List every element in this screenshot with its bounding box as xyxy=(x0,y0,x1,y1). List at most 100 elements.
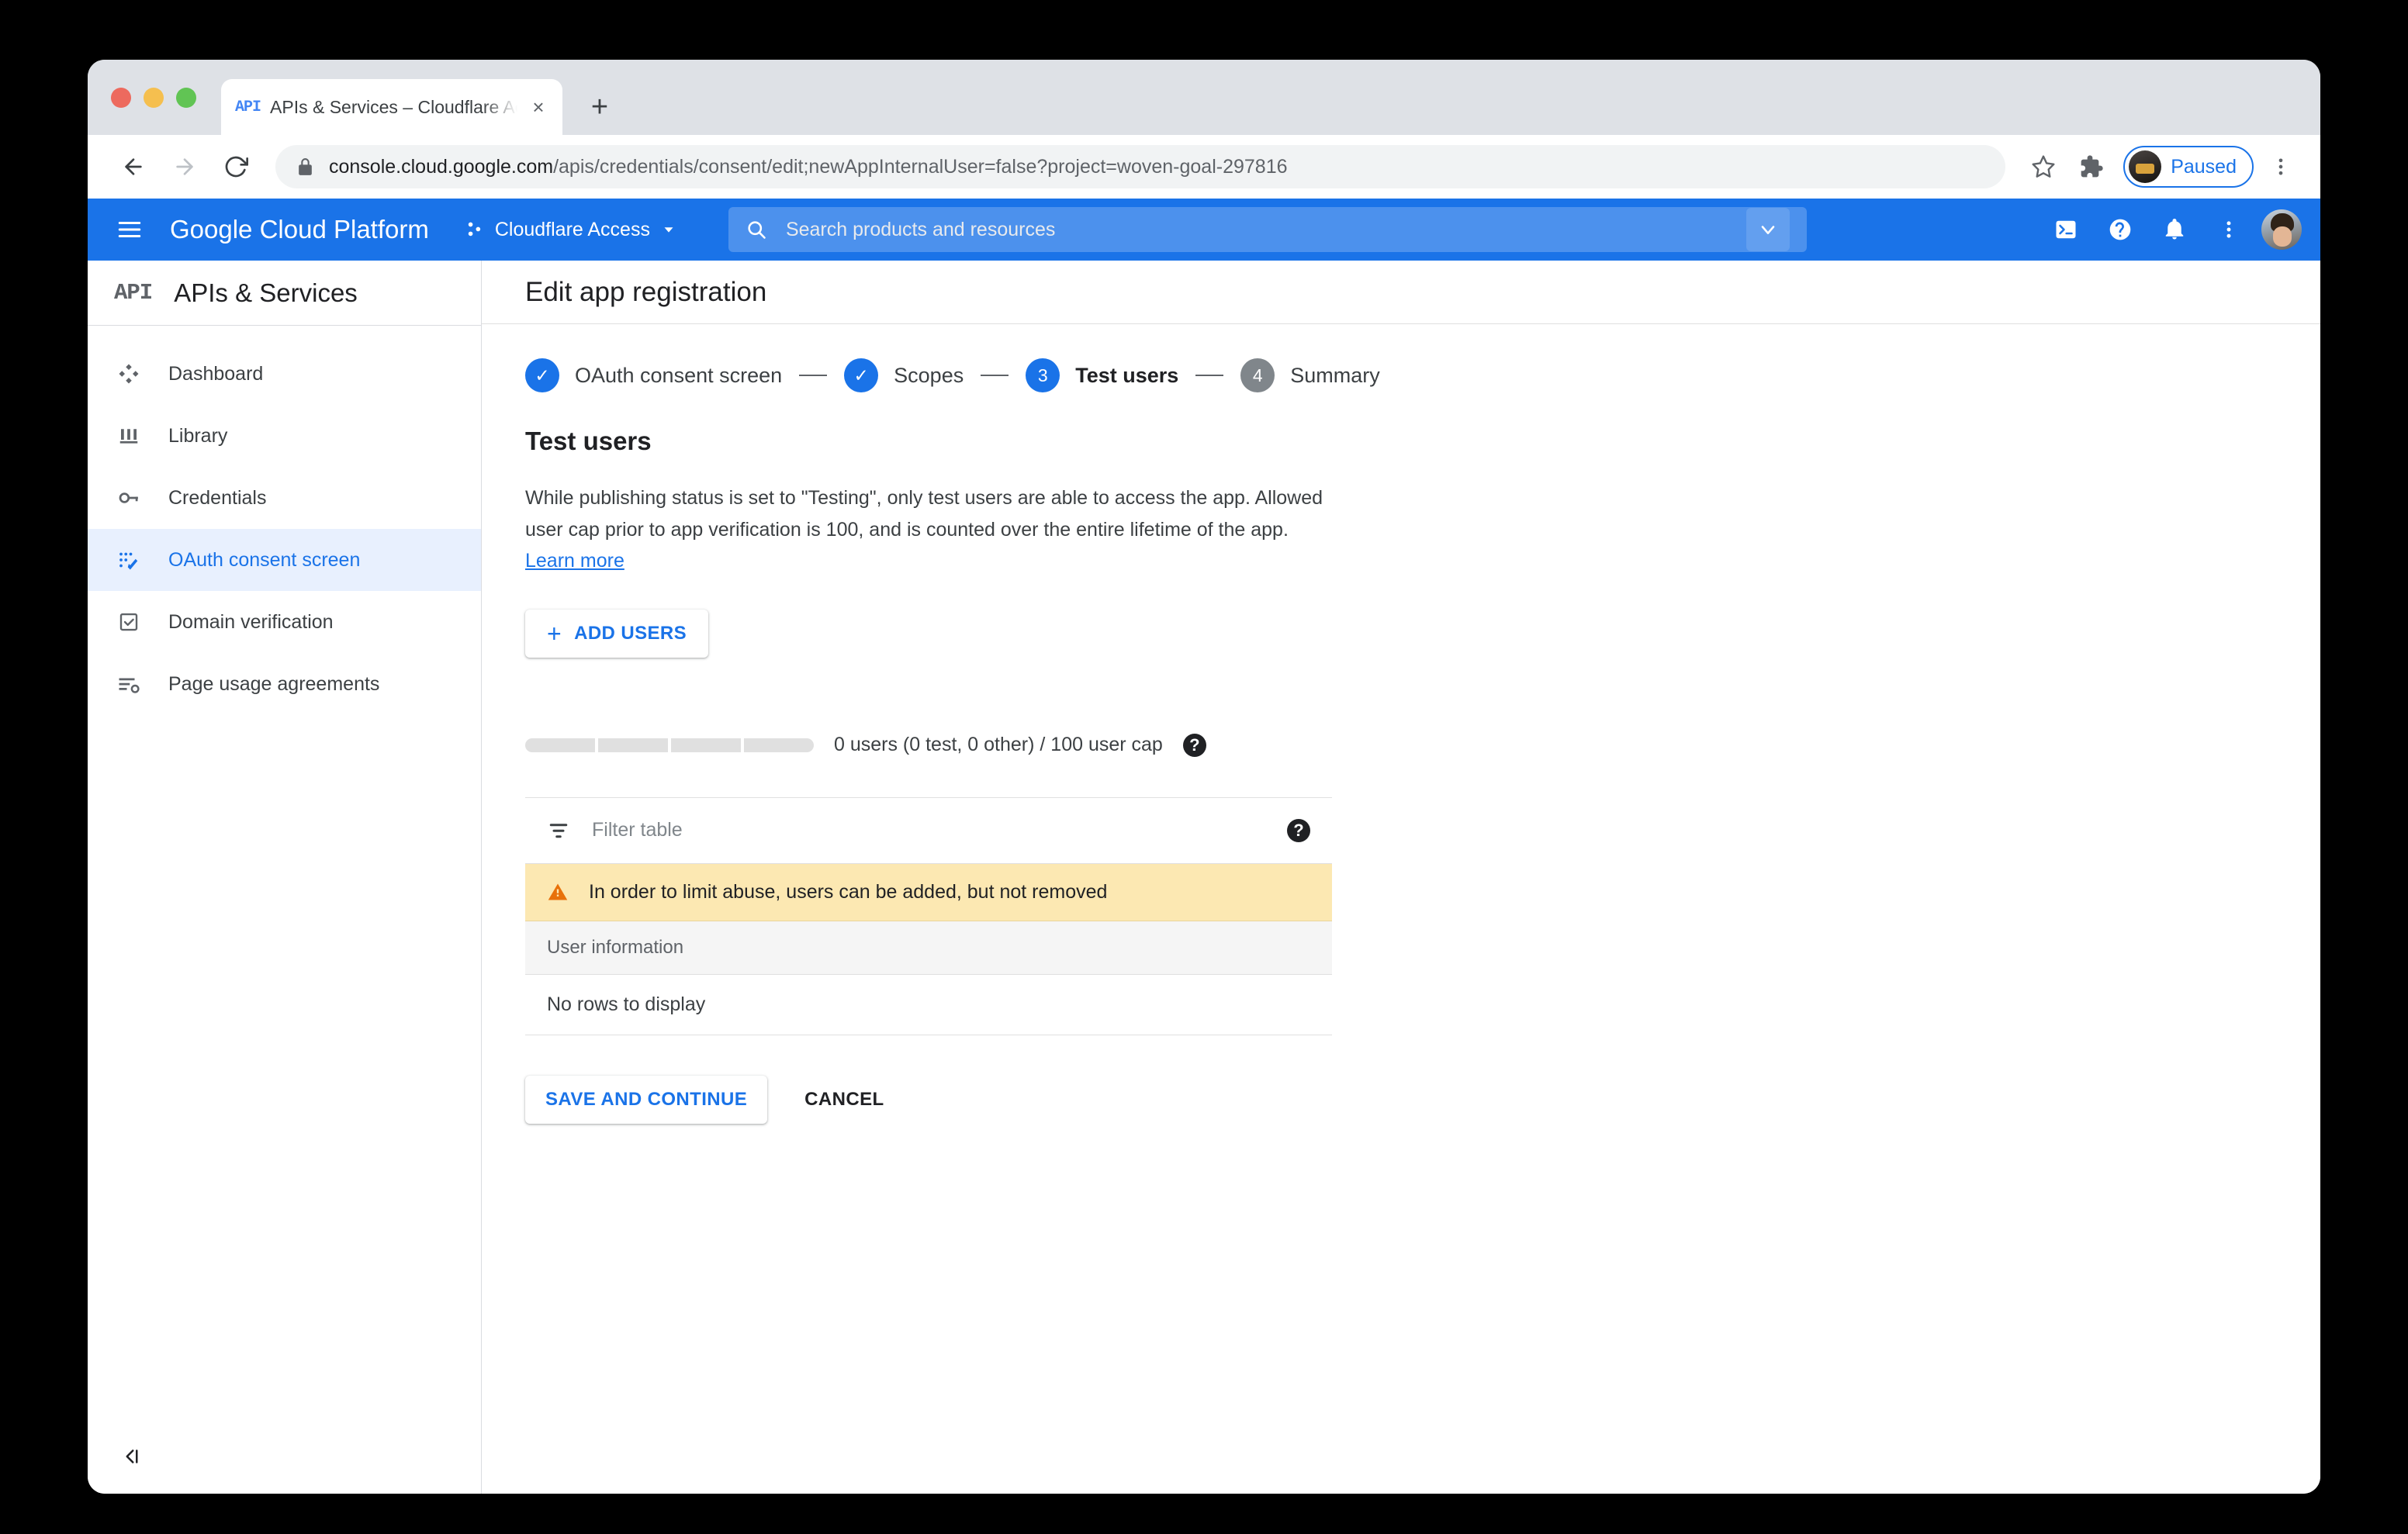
gcp-brand-label[interactable]: Google Cloud Platform xyxy=(170,215,429,244)
tab-title: APIs & Services – Cloudflare Ac xyxy=(270,97,517,118)
sidebar: API APIs & Services Dashboard Library xyxy=(88,261,482,1494)
reload-icon[interactable] xyxy=(213,144,258,189)
add-users-label: ADD USERS xyxy=(574,623,687,644)
test-users-section: Test users While publishing status is se… xyxy=(482,427,2320,1124)
sidebar-item-domain-verification[interactable]: Domain verification xyxy=(88,591,481,653)
sidebar-item-page-usage-agreements[interactable]: Page usage agreements xyxy=(88,653,481,715)
dashboard-icon xyxy=(114,362,144,385)
tab-favicon-icon: API xyxy=(235,98,261,116)
step-marker-number: 3 xyxy=(1026,358,1060,392)
step-label: Test users xyxy=(1075,364,1178,388)
sidebar-item-credentials[interactable]: Credentials xyxy=(88,467,481,529)
gcp-top-bar: Google Cloud Platform Cloudflare Access … xyxy=(88,199,2320,261)
search-input[interactable]: Search products and resources xyxy=(728,207,1807,252)
progress-segment xyxy=(744,738,814,752)
url-domain: console.cloud.google.com xyxy=(329,156,553,178)
help-icon[interactable] xyxy=(2098,208,2142,251)
step-label: Scopes xyxy=(894,364,964,388)
browser-tab[interactable]: API APIs & Services – Cloudflare Ac × xyxy=(221,79,562,135)
sidebar-title: APIs & Services xyxy=(174,278,358,308)
minimize-window-button[interactable] xyxy=(144,88,164,108)
user-avatar[interactable] xyxy=(2261,209,2302,250)
table-empty-row: No rows to display xyxy=(525,975,1332,1035)
search-placeholder: Search products and resources xyxy=(786,219,1055,241)
sidebar-item-label: Dashboard xyxy=(168,363,263,385)
test-users-table: Filter table ? In order to limit abuse, … xyxy=(525,797,1332,1035)
back-icon[interactable] xyxy=(111,144,156,189)
step-separator xyxy=(1195,375,1223,376)
sidebar-item-dashboard[interactable]: Dashboard xyxy=(88,343,481,405)
sidebar-nav: Dashboard Library Credentials xyxy=(88,326,481,715)
project-selector[interactable]: Cloudflare Access xyxy=(465,219,677,241)
filter-row: Filter table ? xyxy=(525,797,1332,864)
step-separator xyxy=(981,375,1009,376)
collapse-panel-icon xyxy=(120,1445,144,1468)
step-test-users[interactable]: 3 Test users xyxy=(1026,358,1178,392)
step-marker-number: 4 xyxy=(1240,358,1275,392)
url-path: /apis/credentials/consent/edit;newAppInt… xyxy=(553,156,1287,178)
cancel-button[interactable]: CANCEL xyxy=(784,1076,904,1124)
step-oauth-consent-screen[interactable]: ✓ OAuth consent screen xyxy=(525,358,782,392)
checkbox-icon xyxy=(114,610,144,634)
address-bar-text: console.cloud.google.com/apis/credential… xyxy=(329,156,1288,178)
main-content: Edit app registration ✓ OAuth consent sc… xyxy=(482,261,2320,1494)
lock-icon xyxy=(296,157,315,177)
oauth-consent-icon xyxy=(114,548,144,572)
step-label: OAuth consent screen xyxy=(575,364,782,388)
learn-more-link[interactable]: Learn more xyxy=(525,550,624,572)
warning-text: In order to limit abuse, users can be ad… xyxy=(589,881,1107,903)
progress-segment xyxy=(525,738,595,752)
step-label: Summary xyxy=(1290,364,1380,388)
sidebar-item-label: Library xyxy=(168,425,227,447)
filter-icon[interactable] xyxy=(547,819,570,842)
bookmark-star-icon[interactable] xyxy=(2022,146,2064,188)
sidebar-header: API APIs & Services xyxy=(88,261,481,326)
maximize-window-button[interactable] xyxy=(176,88,196,108)
project-name-label: Cloudflare Access xyxy=(495,219,650,241)
forward-icon xyxy=(162,144,207,189)
table-column-header: User information xyxy=(525,921,1332,975)
close-window-button[interactable] xyxy=(111,88,131,108)
sidebar-item-label: OAuth consent screen xyxy=(168,549,360,572)
profile-status-label: Paused xyxy=(2171,156,2237,178)
sidebar-item-library[interactable]: Library xyxy=(88,405,481,467)
collapse-sidebar-button[interactable] xyxy=(88,1419,481,1494)
window-controls xyxy=(111,88,196,108)
step-marker-check-icon: ✓ xyxy=(525,358,559,392)
header-actions xyxy=(2044,208,2302,251)
header-more-menu-icon[interactable] xyxy=(2207,208,2251,251)
step-scopes[interactable]: ✓ Scopes xyxy=(844,358,964,392)
plus-icon: + xyxy=(547,621,562,646)
user-cap-help-icon[interactable]: ? xyxy=(1183,734,1206,757)
warning-triangle-icon xyxy=(547,881,569,903)
address-bar[interactable]: console.cloud.google.com/apis/credential… xyxy=(275,145,2005,188)
new-tab-button[interactable]: + xyxy=(578,85,621,129)
step-marker-check-icon: ✓ xyxy=(844,358,878,392)
notifications-bell-icon[interactable] xyxy=(2153,208,2196,251)
step-summary[interactable]: 4 Summary xyxy=(1240,358,1380,392)
warning-banner: In order to limit abuse, users can be ad… xyxy=(525,864,1332,921)
close-tab-icon[interactable]: × xyxy=(527,95,550,119)
filter-table-input[interactable]: Filter table xyxy=(592,819,1265,841)
page-usage-icon xyxy=(114,672,144,696)
sidebar-item-label: Credentials xyxy=(168,487,266,510)
page-title: Edit app registration xyxy=(525,277,766,308)
cloud-shell-icon[interactable] xyxy=(2044,208,2088,251)
sidebar-item-label: Page usage agreements xyxy=(168,673,379,696)
page-body: API APIs & Services Dashboard Library xyxy=(88,261,2320,1494)
profile-avatar xyxy=(2129,150,2161,183)
extensions-puzzle-icon[interactable] xyxy=(2071,146,2112,188)
search-icon xyxy=(746,219,767,240)
progress-segment xyxy=(598,738,668,752)
profile-paused-button[interactable]: Paused xyxy=(2123,146,2254,188)
filter-help-icon[interactable]: ? xyxy=(1287,819,1310,842)
hamburger-menu-icon[interactable] xyxy=(108,208,151,251)
form-actions: SAVE AND CONTINUE CANCEL xyxy=(525,1076,2320,1124)
add-users-button[interactable]: + ADD USERS xyxy=(525,610,708,658)
search-expand-chevron-icon[interactable] xyxy=(1746,208,1790,251)
sidebar-item-oauth-consent-screen[interactable]: OAuth consent screen xyxy=(88,529,481,591)
save-and-continue-button[interactable]: SAVE AND CONTINUE xyxy=(525,1076,767,1124)
step-separator xyxy=(799,375,827,376)
page-header: Edit app registration xyxy=(482,261,2320,324)
browser-menu-icon[interactable] xyxy=(2260,146,2302,188)
